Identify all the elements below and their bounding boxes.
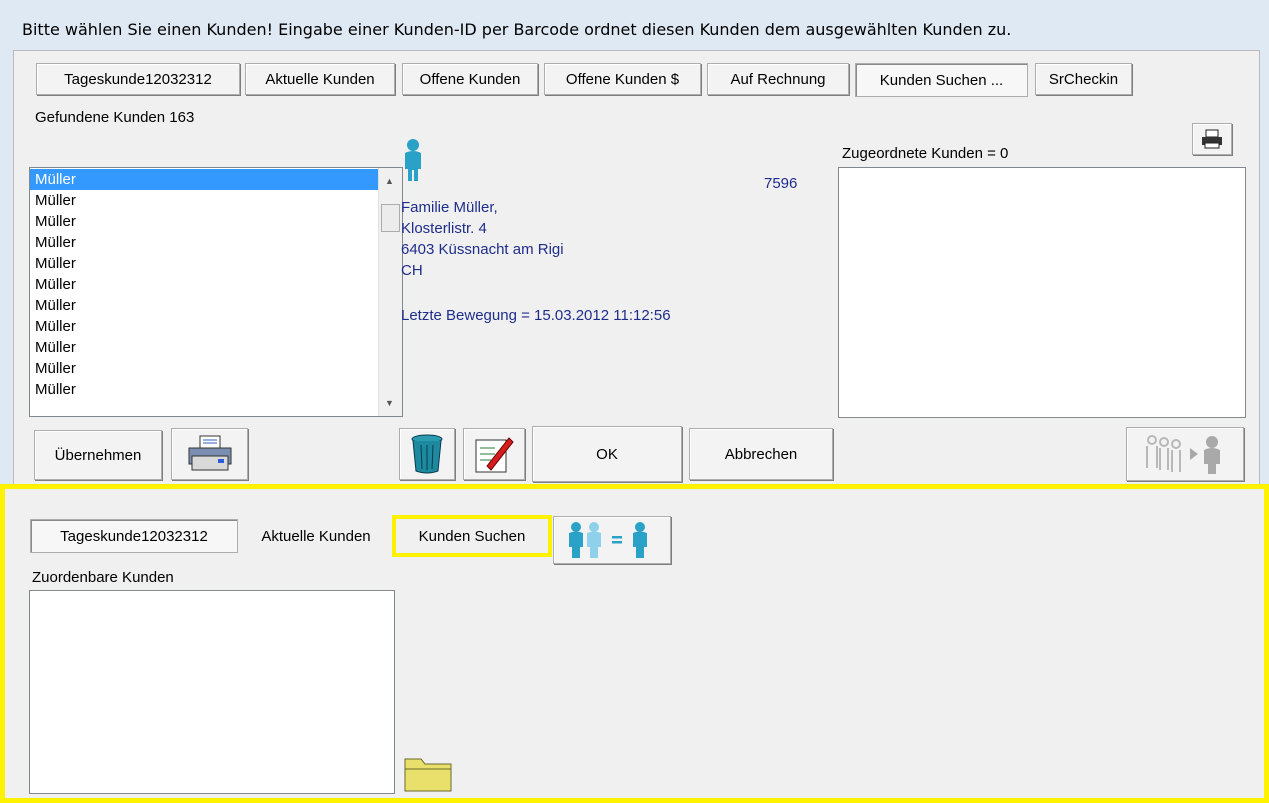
list-item[interactable]: Müller: [30, 190, 378, 211]
assignable-customers-list[interactable]: [29, 590, 395, 794]
merge-customers-button[interactable]: [553, 516, 671, 564]
window-title-bar: Bitte wählen Sie einen Kunden! Eingabe e…: [0, 0, 1269, 50]
edit-button[interactable]: [463, 428, 525, 480]
list-item[interactable]: Müller: [30, 211, 378, 232]
tab-srcheckin[interactable]: SrCheckin: [1035, 63, 1132, 95]
scroll-up-icon[interactable]: ▲: [385, 176, 394, 186]
scroll-thumb[interactable]: [381, 204, 400, 232]
tab-offene-kunden-dollar[interactable]: Offene Kunden $: [544, 63, 701, 95]
customer-city: 6403 Küssnacht am Rigi: [401, 241, 564, 258]
list-item[interactable]: Müller: [30, 316, 378, 337]
last-movement: Letzte Bewegung = 15.03.2012 11:12:56: [401, 307, 671, 324]
printer-small-icon: [1202, 129, 1222, 149]
list-item[interactable]: Müller: [30, 295, 378, 316]
assignable-customers-panel: Tageskunde12032312 Aktuelle Kunden Kunde…: [0, 484, 1269, 803]
bottom-tab-aktuelle-kunden[interactable]: Aktuelle Kunden: [240, 519, 392, 553]
print-assigned-button[interactable]: [1192, 123, 1232, 155]
assigned-customers-list[interactable]: [838, 167, 1246, 418]
cancel-button[interactable]: Abbrechen: [689, 428, 833, 480]
tab-kunden-suchen[interactable]: Kunden Suchen ...: [855, 63, 1028, 97]
list-scrollbar[interactable]: ▲ ▼: [378, 168, 402, 416]
scroll-down-icon[interactable]: ▼: [385, 398, 394, 408]
customer-street: Klosterlistr. 4: [401, 220, 487, 237]
list-item[interactable]: Müller: [30, 274, 378, 295]
list-item[interactable]: Müller: [30, 232, 378, 253]
take-over-button[interactable]: Übernehmen: [34, 430, 162, 480]
customer-name: Familie Müller,: [401, 199, 498, 216]
ok-button[interactable]: OK: [532, 426, 682, 482]
assign-group-button[interactable]: [1126, 427, 1244, 481]
assignable-customers-label: Zuordenbare Kunden: [32, 569, 174, 586]
print-button[interactable]: [171, 428, 248, 480]
folder-icon[interactable]: [403, 751, 455, 795]
trash-icon: [411, 434, 443, 474]
list-item[interactable]: Müller: [30, 337, 378, 358]
delete-button[interactable]: [399, 428, 455, 480]
assigned-customers-label: Zugeordnete Kunden = 0: [842, 145, 1009, 162]
list-item[interactable]: Müller: [30, 358, 378, 379]
found-customers-label: Gefundene Kunden 163: [35, 109, 195, 126]
customer-country: CH: [401, 262, 423, 279]
group-to-person-icon: [1146, 435, 1220, 474]
printer-icon: [188, 435, 231, 471]
list-item[interactable]: Müller: [30, 169, 378, 190]
tab-offene-kunden[interactable]: Offene Kunden: [402, 63, 538, 95]
list-item[interactable]: Müller: [30, 253, 378, 274]
person-icon: [400, 137, 426, 183]
merge-persons-icon: [569, 522, 647, 558]
bottom-tab-tageskunde[interactable]: Tageskunde12032312: [30, 519, 238, 553]
tab-tageskunde[interactable]: Tageskunde12032312: [36, 63, 240, 95]
bottom-tab-kunden-suchen[interactable]: Kunden Suchen: [392, 515, 552, 557]
list-item[interactable]: Müller: [30, 379, 378, 400]
edit-icon: [475, 437, 514, 473]
tab-auf-rechnung[interactable]: Auf Rechnung: [707, 63, 849, 95]
tab-aktuelle-kunden[interactable]: Aktuelle Kunden: [245, 63, 395, 95]
customer-list[interactable]: Müller Müller Müller Müller Müller Müller Müll…: [29, 167, 403, 417]
window-title: Bitte wählen Sie einen Kunden! Eingabe e…: [22, 20, 1012, 39]
customer-id: 7596: [764, 175, 798, 192]
